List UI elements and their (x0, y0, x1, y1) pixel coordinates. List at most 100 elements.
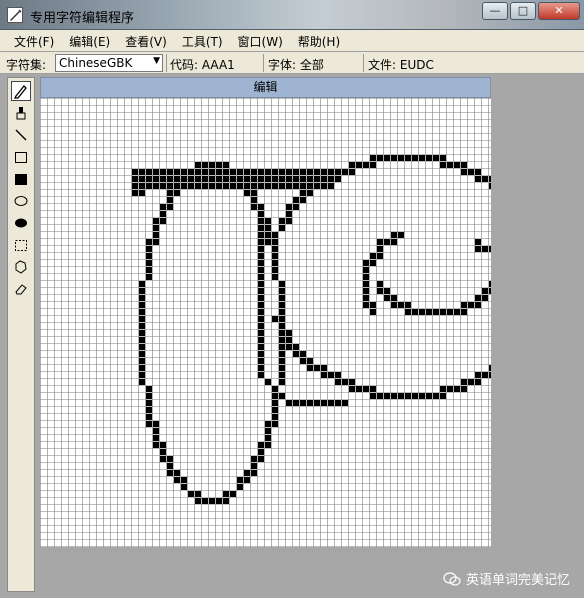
glyph-pixel[interactable] (244, 169, 250, 175)
glyph-pixel[interactable] (258, 295, 264, 301)
glyph-pixel[interactable] (419, 155, 425, 161)
glyph-pixel[interactable] (153, 176, 159, 182)
glyph-pixel[interactable] (265, 379, 271, 385)
glyph-pixel[interactable] (293, 400, 299, 406)
glyph-pixel[interactable] (286, 218, 292, 224)
glyph-pixel[interactable] (454, 386, 460, 392)
glyph-pixel[interactable] (272, 267, 278, 273)
glyph-pixel[interactable] (279, 225, 285, 231)
glyph-pixel[interactable] (300, 400, 306, 406)
glyph-pixel[interactable] (153, 442, 159, 448)
glyph-pixel[interactable] (489, 281, 491, 287)
glyph-pixel[interactable] (475, 176, 481, 182)
glyph-pixel[interactable] (153, 428, 159, 434)
glyph-pixel[interactable] (265, 225, 271, 231)
glyph-pixel[interactable] (363, 260, 369, 266)
glyph-pixel[interactable] (216, 176, 222, 182)
glyph-pixel[interactable] (489, 288, 491, 294)
glyph-pixel[interactable] (391, 295, 397, 301)
glyph-pixel[interactable] (461, 386, 467, 392)
glyph-pixel[interactable] (139, 288, 145, 294)
glyph-pixel[interactable] (230, 169, 236, 175)
glyph-pixel[interactable] (335, 169, 341, 175)
glyph-pixel[interactable] (342, 169, 348, 175)
glyph-pixel[interactable] (230, 491, 236, 497)
glyph-pixel[interactable] (160, 169, 166, 175)
glyph-pixel[interactable] (265, 442, 271, 448)
glyph-pixel[interactable] (391, 393, 397, 399)
glyph-pixel[interactable] (139, 190, 145, 196)
glyph-pixel[interactable] (160, 176, 166, 182)
glyph-pixel[interactable] (377, 246, 383, 252)
glyph-pixel[interactable] (265, 232, 271, 238)
glyph-pixel[interactable] (181, 169, 187, 175)
glyph-pixel[interactable] (489, 183, 491, 189)
hollow-ellipse-tool[interactable] (11, 191, 31, 211)
glyph-pixel[interactable] (391, 155, 397, 161)
glyph-pixel[interactable] (272, 386, 278, 392)
glyph-pixel[interactable] (489, 372, 491, 378)
glyph-pixel[interactable] (181, 183, 187, 189)
glyph-pixel[interactable] (181, 477, 187, 483)
glyph-pixel[interactable] (412, 393, 418, 399)
glyph-pixel[interactable] (258, 281, 264, 287)
glyph-pixel[interactable] (202, 183, 208, 189)
glyph-pixel[interactable] (391, 232, 397, 238)
glyph-pixel[interactable] (293, 169, 299, 175)
glyph-pixel[interactable] (342, 379, 348, 385)
glyph-pixel[interactable] (286, 183, 292, 189)
glyph-pixel[interactable] (321, 169, 327, 175)
minimize-button[interactable]: — (482, 2, 508, 20)
glyph-pixel[interactable] (335, 372, 341, 378)
glyph-pixel[interactable] (132, 190, 138, 196)
glyph-pixel[interactable] (300, 358, 306, 364)
glyph-pixel[interactable] (426, 155, 432, 161)
glyph-pixel[interactable] (370, 386, 376, 392)
glyph-pixel[interactable] (258, 288, 264, 294)
glyph-pixel[interactable] (153, 421, 159, 427)
glyph-pixel[interactable] (139, 183, 145, 189)
glyph-pixel[interactable] (167, 183, 173, 189)
glyph-pixel[interactable] (258, 351, 264, 357)
glyph-pixel[interactable] (181, 484, 187, 490)
glyph-pixel[interactable] (209, 162, 215, 168)
glyph-pixel[interactable] (167, 176, 173, 182)
glyph-pixel[interactable] (160, 211, 166, 217)
glyph-pixel[interactable] (146, 239, 152, 245)
brush-tool[interactable] (11, 103, 31, 123)
glyph-pixel[interactable] (132, 183, 138, 189)
glyph-pixel[interactable] (202, 498, 208, 504)
glyph-pixel[interactable] (167, 204, 173, 210)
glyph-pixel[interactable] (412, 309, 418, 315)
glyph-pixel[interactable] (153, 232, 159, 238)
glyph-pixel[interactable] (286, 400, 292, 406)
glyph-pixel[interactable] (279, 218, 285, 224)
glyph-pixel[interactable] (272, 183, 278, 189)
glyph-pixel[interactable] (237, 169, 243, 175)
glyph-pixel[interactable] (279, 393, 285, 399)
glyph-pixel[interactable] (160, 183, 166, 189)
glyph-pixel[interactable] (433, 309, 439, 315)
glyph-pixel[interactable] (167, 456, 173, 462)
glyph-pixel[interactable] (223, 176, 229, 182)
glyph-pixel[interactable] (174, 477, 180, 483)
glyph-pixel[interactable] (279, 288, 285, 294)
glyph-pixel[interactable] (251, 176, 257, 182)
glyph-pixel[interactable] (328, 169, 334, 175)
glyph-pixel[interactable] (265, 218, 271, 224)
glyph-pixel[interactable] (363, 302, 369, 308)
glyph-pixel[interactable] (272, 169, 278, 175)
glyph-pixel[interactable] (461, 309, 467, 315)
glyph-pixel[interactable] (321, 183, 327, 189)
glyph-pixel[interactable] (195, 491, 201, 497)
glyph-pixel[interactable] (482, 246, 488, 252)
glyph-pixel[interactable] (139, 344, 145, 350)
glyph-pixel[interactable] (370, 309, 376, 315)
glyph-pixel[interactable] (272, 253, 278, 259)
glyph-pixel[interactable] (328, 400, 334, 406)
glyph-pixel[interactable] (209, 176, 215, 182)
menu-file[interactable]: 文件(F) (12, 30, 61, 51)
glyph-pixel[interactable] (146, 260, 152, 266)
glyph-pixel[interactable] (461, 302, 467, 308)
glyph-pixel[interactable] (489, 176, 491, 182)
